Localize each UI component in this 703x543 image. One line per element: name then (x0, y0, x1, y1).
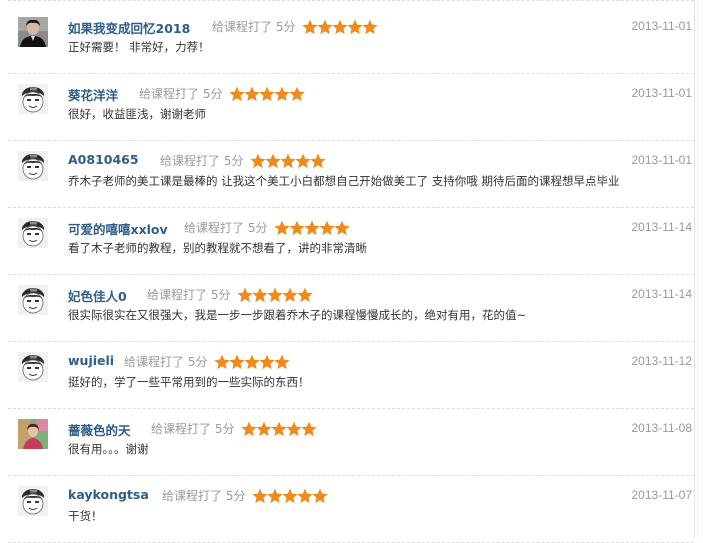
star-icon (319, 220, 335, 236)
star-icon (244, 354, 260, 370)
review-item: 如果我变成回忆2018 给课程打了 5分 2013-11-01 正好需要！ 非常好，力… (8, 7, 694, 74)
star-icon (274, 220, 290, 236)
star-rating (250, 153, 326, 169)
username-link[interactable]: 蔷薇色的天 (68, 420, 131, 439)
username-link[interactable]: 葵花洋洋 (68, 85, 118, 104)
review-comment: 很实际很实在又很强大，我是一步一步跟着乔木子的课程慢慢成长的，绝对有用，花的值~ (68, 308, 527, 322)
review-comment: 很有用。。。谢谢 (68, 442, 149, 456)
star-icon (286, 421, 302, 437)
username-link[interactable]: kaykongtsa (68, 487, 149, 502)
star-icon (282, 287, 298, 303)
review-date: 2013-11-01 (631, 86, 693, 100)
star-rating (237, 287, 313, 303)
username-link[interactable]: 可爱的嘻嘻xxlov (68, 219, 168, 238)
star-rating (241, 421, 317, 437)
star-rating (252, 488, 328, 504)
review-item: kaykongtsa 给课程打了 5分 2013-11-07 干货！ (8, 476, 694, 543)
star-icon (259, 86, 275, 102)
user-avatar[interactable] (18, 419, 48, 449)
star-icon (317, 19, 333, 35)
review-comment: 乔木子老师的美工课是最棒的 让我这个美工小白都想自己开始做美工了 支持你哦 期待… (68, 174, 620, 188)
star-icon (229, 354, 245, 370)
user-avatar[interactable] (18, 285, 48, 315)
review-date: 2013-11-07 (631, 488, 693, 502)
rating-text: 给课程打了 5分 (139, 87, 223, 101)
user-avatar[interactable] (18, 218, 48, 248)
review-comment: 正好需要！ 非常好，力荐！ (68, 40, 210, 54)
review-comment: 很好，收益匪浅，谢谢老师 (68, 107, 206, 121)
user-avatar[interactable] (18, 17, 48, 47)
username-link[interactable]: A0810465 (68, 152, 139, 167)
rating-text: 给课程打了 5分 (162, 489, 246, 503)
star-icon (332, 19, 348, 35)
user-avatar[interactable] (18, 151, 48, 181)
review-date: 2013-11-14 (631, 287, 693, 301)
star-icon (252, 488, 268, 504)
user-avatar[interactable] (18, 352, 48, 382)
review-date: 2013-11-01 (631, 19, 693, 33)
rating-text: 给课程打了 5分 (147, 288, 231, 302)
star-icon (252, 287, 268, 303)
panel-right-border (694, 0, 695, 539)
rating-text: 给课程打了 5分 (124, 355, 208, 369)
star-icon (244, 86, 260, 102)
star-icon (289, 86, 305, 102)
star-icon (241, 421, 257, 437)
star-icon (267, 488, 283, 504)
star-icon (214, 354, 230, 370)
star-icon (274, 354, 290, 370)
review-date: 2013-11-12 (631, 354, 693, 368)
username-link[interactable]: 妃色佳人0 (68, 286, 127, 305)
star-icon (229, 86, 245, 102)
star-icon (297, 488, 313, 504)
star-icon (310, 153, 326, 169)
star-icon (312, 488, 328, 504)
user-avatar[interactable] (18, 84, 48, 114)
star-icon (302, 19, 318, 35)
star-rating (214, 354, 290, 370)
top-divider (8, 0, 694, 1)
star-icon (334, 220, 350, 236)
review-comment: 看了木子老师的教程，别的教程就不想看了，讲的非常清晰 (68, 241, 367, 255)
rating-text: 给课程打了 5分 (212, 20, 296, 34)
review-item: 妃色佳人0 给课程打了 5分 2013-11-14 很实际很实在又很强大，我是一步一步… (8, 275, 694, 342)
star-icon (289, 220, 305, 236)
review-date: 2013-11-08 (631, 421, 693, 435)
star-icon (256, 421, 272, 437)
review-date: 2013-11-01 (631, 153, 693, 167)
review-comment: 干货！ (68, 509, 103, 523)
star-icon (259, 354, 275, 370)
star-icon (297, 287, 313, 303)
review-item: wujieli 给课程打了 5分 2013-11-12 挺好的，学了一些平常用到的一些… (8, 342, 694, 409)
rating-text: 给课程打了 5分 (160, 154, 244, 168)
star-icon (237, 287, 253, 303)
star-icon (274, 86, 290, 102)
user-avatar[interactable] (18, 486, 48, 516)
review-comment: 挺好的，学了一些平常用到的一些实际的东西！ (68, 375, 310, 389)
star-rating (229, 86, 305, 102)
star-icon (301, 421, 317, 437)
star-icon (267, 287, 283, 303)
review-date: 2013-11-14 (631, 220, 693, 234)
review-item: A0810465 给课程打了 5分 2013-11-01 乔木子老师的美工课是最棒的 … (8, 141, 694, 208)
star-icon (282, 488, 298, 504)
star-icon (280, 153, 296, 169)
rating-text: 给课程打了 5分 (151, 422, 235, 436)
review-item: 蔷薇色的天 给课程打了 5分 2013-11-08 很有用。。。谢谢 (8, 409, 694, 476)
star-icon (265, 153, 281, 169)
username-link[interactable]: 如果我变成回忆2018 (68, 18, 190, 37)
scrollbar-track[interactable] (697, 0, 698, 539)
username-link[interactable]: wujieli (68, 353, 114, 368)
star-rating (302, 19, 378, 35)
review-item: 葵花洋洋 给课程打了 5分 2013-11-01 很好，收益匪浅，谢谢老师 (8, 74, 694, 141)
star-icon (304, 220, 320, 236)
star-icon (271, 421, 287, 437)
star-icon (295, 153, 311, 169)
star-icon (362, 19, 378, 35)
star-icon (347, 19, 363, 35)
review-item: 可爱的嘻嘻xxlov 给课程打了 5分 2013-11-14 看了木子老师的教程，别的… (8, 208, 694, 275)
rating-text: 给课程打了 5分 (184, 221, 268, 235)
star-rating (274, 220, 350, 236)
star-icon (250, 153, 266, 169)
